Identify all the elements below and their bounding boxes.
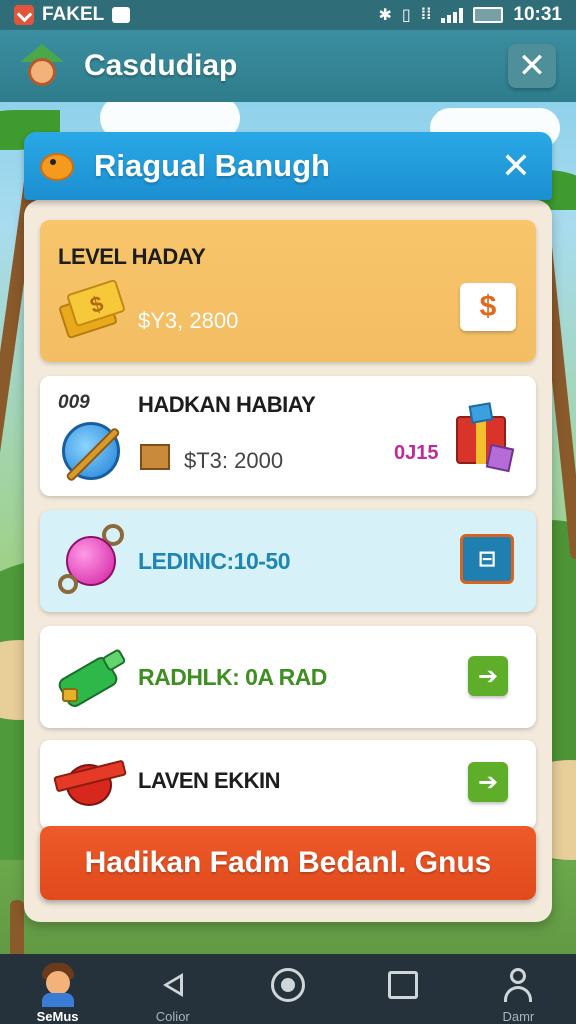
app-header: Casdudiap ✕ — [0, 30, 576, 102]
reward-card-level[interactable]: LEVEL HADAY $Y3, 2800 $ — [40, 220, 536, 362]
status-left: FAKEL — [14, 4, 131, 26]
card-title: HADKAN HABIAY — [138, 392, 316, 417]
avatar — [38, 963, 78, 1007]
dialog-title: Riagual Banugh — [94, 148, 330, 183]
nav-item-account[interactable]: Damr — [461, 954, 576, 1024]
nav-item-recents[interactable] — [346, 954, 461, 1024]
card-value: $Y3, 2800 — [138, 308, 239, 333]
bottom-navigation: SeMus Colior Damr — [0, 954, 576, 1024]
card-action-button[interactable]: ⊟ — [460, 534, 514, 584]
dialog-close-button[interactable]: ✕ — [494, 145, 538, 187]
card-title: LAVEN EKKIN — [138, 768, 281, 793]
bird-icon — [38, 149, 78, 183]
pink-gem-icon — [56, 524, 126, 598]
status-app-label: FAKEL — [42, 4, 105, 25]
crate-icon — [140, 444, 170, 470]
purchase-button[interactable]: $ — [460, 283, 516, 331]
home-icon — [270, 968, 305, 1002]
card-title: LEDINIC:10-50 — [138, 548, 290, 574]
magic-orb-icon — [58, 416, 124, 483]
bluetooth-icon: ✱ — [378, 7, 392, 24]
nav-label: Colior — [155, 1009, 190, 1024]
ribbon-heart-icon — [53, 754, 130, 810]
gold-bars-icon — [58, 278, 126, 340]
dialog-header: Riagual Banugh ✕ — [24, 132, 552, 200]
nav-label: SeMus — [36, 1009, 79, 1024]
card-title: LEVEL HADAY — [58, 244, 206, 269]
vibrate-icon: ▯ — [401, 7, 411, 24]
card-value: $T3: 2000 — [184, 448, 284, 473]
reward-card-leding[interactable]: LEDINIC:10-50 ⊟ — [40, 510, 536, 612]
gift-box-icon — [446, 400, 520, 476]
arrow-right-button[interactable]: ➔ — [468, 762, 508, 802]
app-notification-icon — [14, 5, 34, 25]
battery-icon — [473, 7, 504, 23]
nav-label: Damr — [502, 1009, 535, 1024]
villager-house-icon — [20, 44, 64, 88]
message-icon — [112, 7, 131, 23]
primary-action-button[interactable]: Hadikan Fadm Bedanl. Gnus — [40, 826, 536, 900]
status-time: 10:31 — [513, 4, 562, 25]
reward-card-laven[interactable]: LAVEN EKKIN ➔ — [40, 740, 536, 830]
app-title: Casdudiap — [84, 49, 238, 82]
card-badge: 009 — [58, 392, 90, 413]
nav-item-home[interactable] — [230, 954, 345, 1024]
header-close-button[interactable]: ✕ — [508, 44, 556, 88]
recents-icon — [388, 971, 419, 999]
green-bottle-icon — [55, 644, 128, 710]
card-tag: 0J15 — [394, 442, 439, 464]
back-icon — [160, 970, 186, 1000]
signal-icon — [441, 7, 464, 23]
person-icon — [502, 968, 534, 1002]
status-right: ✱ ▯ ⁞⁞ 10:31 — [379, 4, 562, 26]
arrow-right-button[interactable]: ➔ — [468, 656, 508, 696]
data-icon: ⁞⁞ — [420, 6, 432, 23]
palm-trunk — [10, 900, 24, 960]
reward-card-hadkan[interactable]: 009 HADKAN HABIAY $T3: 2000 0J15 — [40, 376, 536, 496]
nav-item-profile[interactable]: SeMus — [0, 954, 115, 1024]
reward-card-radhlk[interactable]: RADHLK: 0A RAD ➔ — [40, 626, 536, 728]
status-bar: FAKEL ✱ ▯ ⁞⁞ 10:31 — [0, 0, 576, 30]
card-title: RADHLK: 0A RAD — [138, 664, 327, 690]
nav-item-back[interactable]: Colior — [115, 954, 230, 1024]
